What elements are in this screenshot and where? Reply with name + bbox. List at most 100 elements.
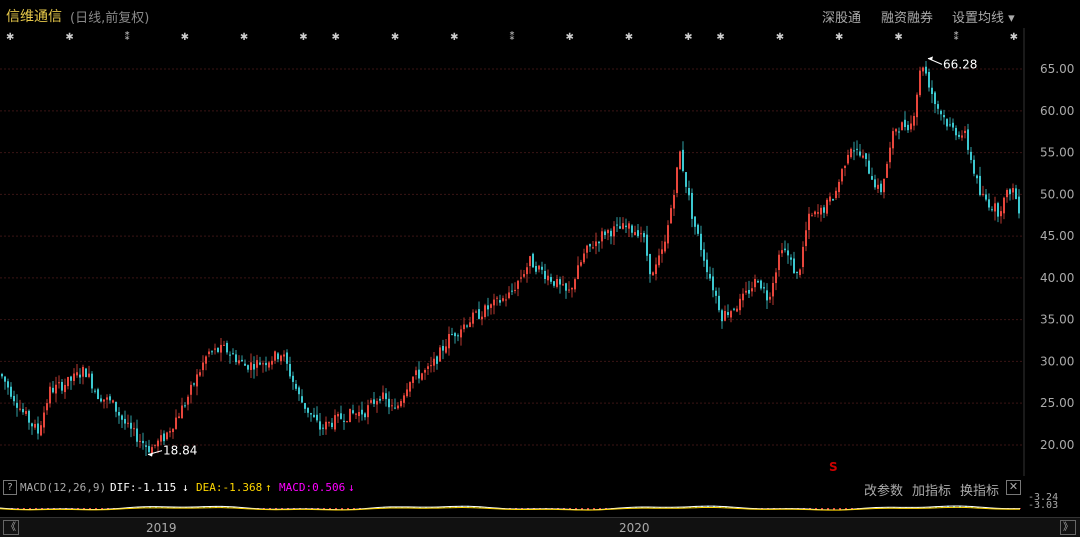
candlestick[interactable] bbox=[346, 420, 348, 423]
candlestick[interactable] bbox=[280, 354, 282, 365]
candlestick[interactable] bbox=[1012, 183, 1014, 200]
candlestick[interactable] bbox=[400, 398, 402, 408]
candlestick[interactable] bbox=[787, 243, 789, 264]
help-icon[interactable]: ? bbox=[3, 480, 17, 495]
candlestick[interactable] bbox=[16, 394, 18, 417]
candlestick[interactable] bbox=[571, 287, 573, 298]
candlestick[interactable] bbox=[409, 381, 411, 397]
candlestick[interactable] bbox=[193, 382, 195, 387]
candlestick[interactable] bbox=[187, 394, 189, 411]
candlestick[interactable] bbox=[733, 307, 735, 312]
candlestick[interactable] bbox=[730, 309, 732, 323]
candlestick[interactable] bbox=[775, 268, 777, 291]
candlestick[interactable] bbox=[157, 438, 159, 454]
candlestick[interactable] bbox=[973, 155, 975, 177]
candlestick[interactable] bbox=[211, 350, 213, 355]
candlestick[interactable] bbox=[964, 126, 966, 139]
candlestick[interactable] bbox=[679, 150, 681, 170]
candlestick[interactable] bbox=[340, 405, 342, 420]
candlestick[interactable] bbox=[181, 397, 183, 419]
candlestick[interactable] bbox=[991, 206, 993, 212]
candlestick[interactable] bbox=[835, 187, 837, 201]
candlestick[interactable] bbox=[874, 174, 876, 190]
candlestick[interactable] bbox=[781, 243, 783, 258]
candlestick[interactable] bbox=[526, 262, 528, 283]
candlestick[interactable] bbox=[511, 283, 513, 296]
candlestick[interactable] bbox=[604, 229, 606, 240]
candlestick[interactable] bbox=[349, 408, 351, 423]
candlestick[interactable] bbox=[478, 301, 480, 320]
candlestick[interactable] bbox=[190, 381, 192, 404]
candlestick[interactable] bbox=[124, 410, 126, 430]
candlestick[interactable] bbox=[988, 193, 990, 211]
candlestick[interactable] bbox=[727, 304, 729, 318]
candlestick[interactable] bbox=[64, 378, 66, 399]
candlestick[interactable] bbox=[34, 419, 36, 430]
candlestick[interactable] bbox=[724, 305, 726, 322]
candlestick[interactable] bbox=[937, 100, 939, 115]
candlestick[interactable] bbox=[94, 388, 96, 394]
candlestick[interactable] bbox=[121, 414, 123, 429]
candlestick[interactable] bbox=[247, 364, 249, 373]
candlestick[interactable] bbox=[517, 279, 519, 297]
candlestick[interactable] bbox=[934, 91, 936, 114]
candlestick[interactable] bbox=[670, 204, 672, 224]
candlestick[interactable] bbox=[265, 356, 267, 372]
candlestick[interactable] bbox=[613, 221, 615, 246]
candlestick[interactable] bbox=[241, 355, 243, 363]
candlestick[interactable] bbox=[745, 281, 747, 295]
candlestick[interactable] bbox=[967, 123, 969, 155]
candlestick[interactable] bbox=[145, 441, 147, 456]
candlestick[interactable] bbox=[757, 279, 759, 283]
candlestick[interactable] bbox=[664, 234, 666, 254]
candlestick[interactable] bbox=[1003, 196, 1005, 220]
candlestick[interactable] bbox=[997, 201, 999, 223]
candlestick[interactable] bbox=[130, 415, 132, 438]
candlestick[interactable] bbox=[514, 282, 516, 294]
candlestick[interactable] bbox=[481, 311, 483, 326]
candlestick[interactable] bbox=[88, 365, 90, 379]
candlestick[interactable] bbox=[865, 153, 867, 167]
candlestick[interactable] bbox=[907, 121, 909, 134]
candlestick[interactable] bbox=[703, 242, 705, 267]
candlestick[interactable] bbox=[307, 407, 309, 418]
candlestick[interactable] bbox=[283, 350, 285, 362]
candlestick[interactable] bbox=[58, 375, 60, 389]
candlestick[interactable] bbox=[448, 326, 450, 356]
candlestick[interactable] bbox=[289, 356, 291, 379]
candlestick[interactable] bbox=[25, 406, 27, 417]
candlestick[interactable] bbox=[688, 180, 690, 201]
candlestick[interactable] bbox=[880, 180, 882, 195]
candlestick[interactable] bbox=[466, 324, 468, 329]
candlestick[interactable] bbox=[778, 250, 780, 277]
candlestick[interactable] bbox=[886, 161, 888, 179]
candlestick[interactable] bbox=[541, 261, 543, 275]
candlestick[interactable] bbox=[925, 61, 927, 76]
candlestick[interactable] bbox=[958, 131, 960, 140]
candlestick[interactable] bbox=[106, 394, 108, 409]
candlestick[interactable] bbox=[442, 339, 444, 360]
scroll-left-icon[interactable]: 《 bbox=[3, 520, 19, 535]
candlestick[interactable] bbox=[508, 286, 510, 300]
candlestick[interactable] bbox=[643, 230, 645, 243]
candlestick[interactable] bbox=[904, 111, 906, 131]
candlestick[interactable] bbox=[268, 361, 270, 371]
candlestick[interactable] bbox=[793, 251, 795, 274]
candlestick[interactable] bbox=[877, 178, 879, 194]
candlestick[interactable] bbox=[151, 444, 153, 454]
candlestick[interactable] bbox=[856, 140, 858, 156]
candlestick[interactable] bbox=[148, 439, 150, 454]
candlestick[interactable] bbox=[52, 381, 54, 394]
candlestick[interactable] bbox=[217, 347, 219, 354]
candlestick[interactable] bbox=[214, 343, 216, 355]
candlestick[interactable] bbox=[961, 130, 963, 141]
candlestick[interactable] bbox=[316, 406, 318, 423]
candlestick[interactable] bbox=[301, 389, 303, 404]
candlestick[interactable] bbox=[262, 360, 264, 373]
candlestick[interactable] bbox=[460, 325, 462, 346]
candlestick[interactable] bbox=[598, 240, 600, 252]
candlestick[interactable] bbox=[772, 276, 774, 305]
candlestick[interactable] bbox=[199, 369, 201, 377]
candlestick[interactable] bbox=[982, 185, 984, 197]
candlestick[interactable] bbox=[826, 197, 828, 217]
